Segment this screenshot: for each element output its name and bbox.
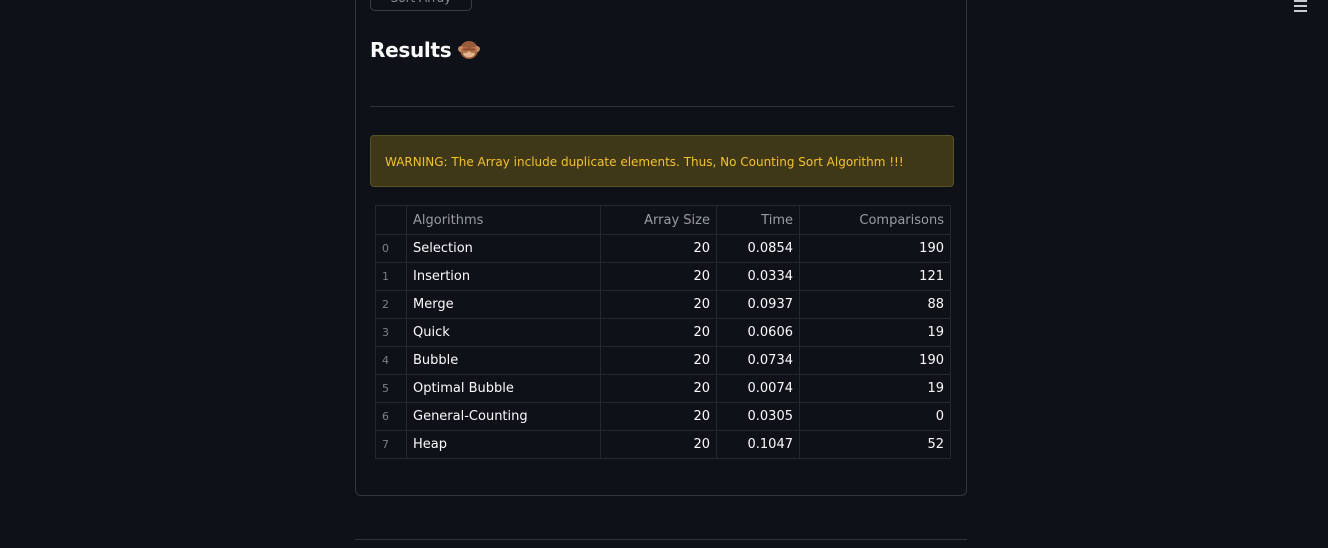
table-row: 3 Quick 20 0.0606 19 (375, 318, 951, 347)
results-table: Algorithms Array Size Time Comparisons 0… (375, 205, 951, 459)
header-index[interactable] (375, 205, 407, 235)
table-header-row: Algorithms Array Size Time Comparisons (375, 205, 951, 235)
algorithm-cell: Selection (406, 234, 601, 263)
row-index: 3 (375, 318, 407, 347)
algorithm-cell: Bubble (406, 346, 601, 375)
time-cell: 0.1047 (716, 430, 800, 459)
bottom-divider (355, 539, 967, 540)
time-cell: 0.0305 (716, 402, 800, 431)
header-algorithms[interactable]: Algorithms (406, 205, 601, 235)
algorithm-cell: Quick (406, 318, 601, 347)
comparisons-cell: 190 (799, 346, 951, 375)
algorithm-cell: Heap (406, 430, 601, 459)
time-cell: 0.0937 (716, 290, 800, 319)
section-divider (370, 106, 954, 107)
array-size-cell: 20 (600, 234, 717, 263)
array-size-cell: 20 (600, 290, 717, 319)
row-index: 0 (375, 234, 407, 263)
array-size-cell: 20 (600, 402, 717, 431)
array-size-cell: 20 (600, 430, 717, 459)
header-time[interactable]: Time (716, 205, 800, 235)
row-index: 2 (375, 290, 407, 319)
row-index: 6 (375, 402, 407, 431)
comparisons-cell: 121 (799, 262, 951, 291)
table-row: 6 General-Counting 20 0.0305 0 (375, 402, 951, 431)
hamburger-menu-icon[interactable] (1294, 0, 1310, 12)
row-index: 4 (375, 346, 407, 375)
row-index: 1 (375, 262, 407, 291)
sort-array-button[interactable]: Sort Array (370, 0, 472, 11)
algorithm-cell: General-Counting (406, 402, 601, 431)
results-heading: Results (370, 38, 481, 62)
algorithm-cell: Insertion (406, 262, 601, 291)
algorithm-cell: Optimal Bubble (406, 374, 601, 403)
comparisons-cell: 19 (799, 318, 951, 347)
array-size-cell: 20 (600, 346, 717, 375)
row-index: 5 (375, 374, 407, 403)
header-comparisons[interactable]: Comparisons (799, 205, 951, 235)
results-title: Results (370, 38, 452, 62)
comparisons-cell: 0 (799, 402, 951, 431)
time-cell: 0.0334 (716, 262, 800, 291)
algorithm-cell: Merge (406, 290, 601, 319)
time-cell: 0.0606 (716, 318, 800, 347)
time-cell: 0.0074 (716, 374, 800, 403)
array-size-cell: 20 (600, 262, 717, 291)
row-index: 7 (375, 430, 407, 459)
comparisons-cell: 190 (799, 234, 951, 263)
comparisons-cell: 88 (799, 290, 951, 319)
array-size-cell: 20 (600, 374, 717, 403)
table-row: 5 Optimal Bubble 20 0.0074 19 (375, 374, 951, 403)
comparisons-cell: 19 (799, 374, 951, 403)
see-no-evil-monkey-icon (457, 39, 481, 61)
table-row: 1 Insertion 20 0.0334 121 (375, 262, 951, 291)
time-cell: 0.0734 (716, 346, 800, 375)
duplicate-warning-alert: WARNING: The Array include duplicate ele… (370, 135, 954, 187)
time-cell: 0.0854 (716, 234, 800, 263)
comparisons-cell: 52 (799, 430, 951, 459)
table-row: 4 Bubble 20 0.0734 190 (375, 346, 951, 375)
table-row: 0 Selection 20 0.0854 190 (375, 234, 951, 263)
array-size-cell: 20 (600, 318, 717, 347)
table-row: 7 Heap 20 0.1047 52 (375, 430, 951, 459)
header-array-size[interactable]: Array Size (600, 205, 717, 235)
table-row: 2 Merge 20 0.0937 88 (375, 290, 951, 319)
